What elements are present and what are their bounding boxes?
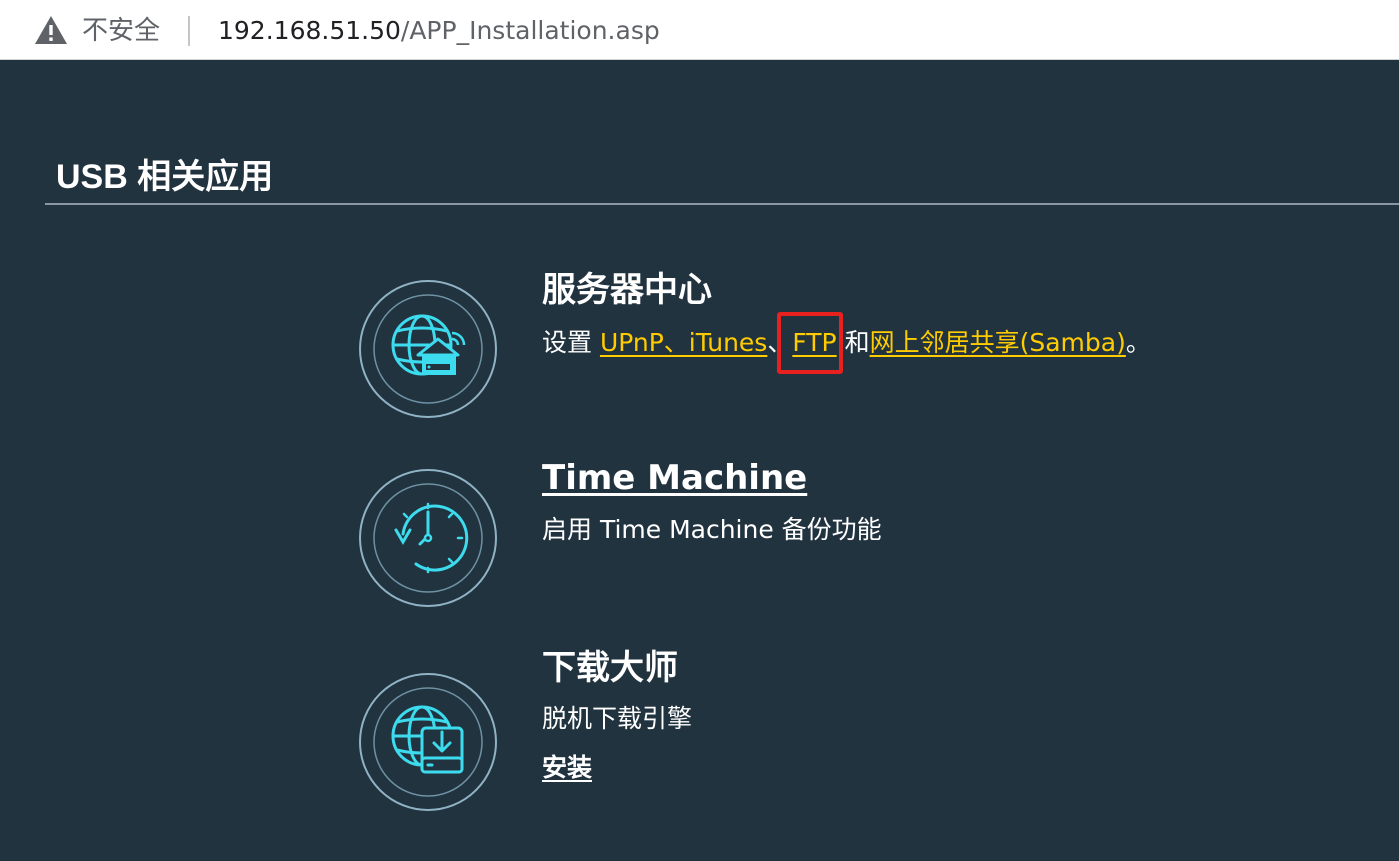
time-machine-title-link[interactable]: Time Machine [542,456,807,500]
server-center-description: 设置 UPnP、iTunes、FTP 和网上邻居共享(Samba)。 [542,325,1151,361]
install-link[interactable]: 安装 [542,750,592,786]
url-field[interactable]: 192.168.51.50/APP_Installation.asp [218,14,660,48]
download-master-title: 下载大师 [542,648,678,688]
ftp-highlight-box [777,312,843,374]
samba-link[interactable]: 网上邻居共享(Samba) [870,328,1126,357]
time-machine-description: 启用 Time Machine 备份功能 [542,515,882,544]
browser-address-bar: 不安全 192.168.51.50/APP_Installation.asp [0,0,1399,60]
security-status-label[interactable]: 不安全 [82,14,160,48]
server-center-desc-prefix: 设置 [542,328,600,357]
globe-download-drive-icon [358,672,498,812]
upnp-itunes-link[interactable]: UPnP、iTunes [600,328,767,357]
server-center-desc-suffix: 。 [1125,328,1151,357]
download-master-description: 脱机下载引擎 [542,704,693,733]
address-divider [188,16,190,46]
url-host: 192.168.51.50 [218,16,401,45]
page-title: USB 相关应用 [56,158,274,196]
globe-house-router-icon [358,279,498,419]
title-divider [45,203,1399,205]
clock-history-icon [358,468,498,608]
server-center-title: 服务器中心 [542,270,712,310]
warning-icon[interactable] [34,14,68,46]
url-path: /APP_Installation.asp [400,16,660,45]
